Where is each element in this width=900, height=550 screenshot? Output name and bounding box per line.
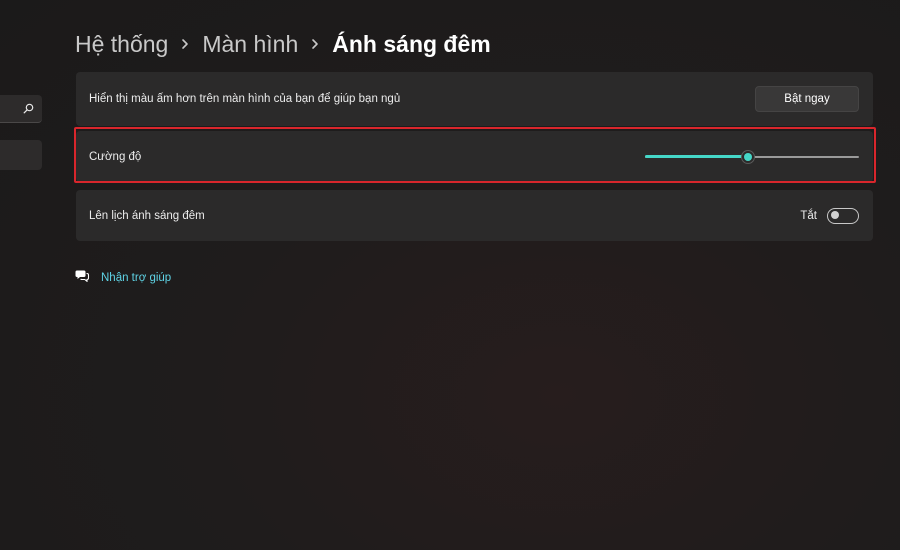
schedule-label: Lên lịch ánh sáng đêm [89, 209, 205, 222]
chevron-right-icon [310, 37, 320, 51]
slider-fill [645, 154, 748, 158]
strength-setting-card: Cường độ [76, 131, 873, 182]
breadcrumb: Hệ thống Màn hình Ánh sáng đêm [75, 28, 491, 60]
schedule-toggle-group: Tắt [800, 207, 859, 224]
chevron-right-icon [180, 37, 190, 51]
sidebar-search-box[interactable] [0, 95, 42, 123]
slider-thumb[interactable] [740, 149, 755, 164]
help-chat-icon [75, 268, 90, 287]
schedule-toggle[interactable] [827, 207, 859, 224]
breadcrumb-item-display[interactable]: Màn hình [202, 31, 298, 58]
help-link-label[interactable]: Nhận trợ giúp [101, 272, 171, 284]
breadcrumb-item-system[interactable]: Hệ thống [75, 31, 168, 58]
warm-color-setting-card: Hiển thị màu ấm hơn trên màn hình của bạ… [76, 72, 873, 126]
warm-color-label: Hiển thị màu ấm hơn trên màn hình của bạ… [89, 93, 401, 105]
page-title: Ánh sáng đêm [332, 30, 491, 57]
toggle-knob [831, 211, 839, 219]
schedule-setting-card: Lên lịch ánh sáng đêm Tắt [76, 190, 873, 241]
search-icon [23, 103, 34, 114]
turn-on-now-button[interactable]: Bật ngay [755, 86, 859, 112]
toggle-state-label: Tắt [800, 209, 817, 222]
help-link[interactable]: Nhận trợ giúp [75, 268, 171, 287]
strength-slider[interactable] [645, 149, 859, 164]
sidebar-item-selected[interactable] [0, 140, 42, 170]
strength-label: Cường độ [89, 150, 142, 163]
